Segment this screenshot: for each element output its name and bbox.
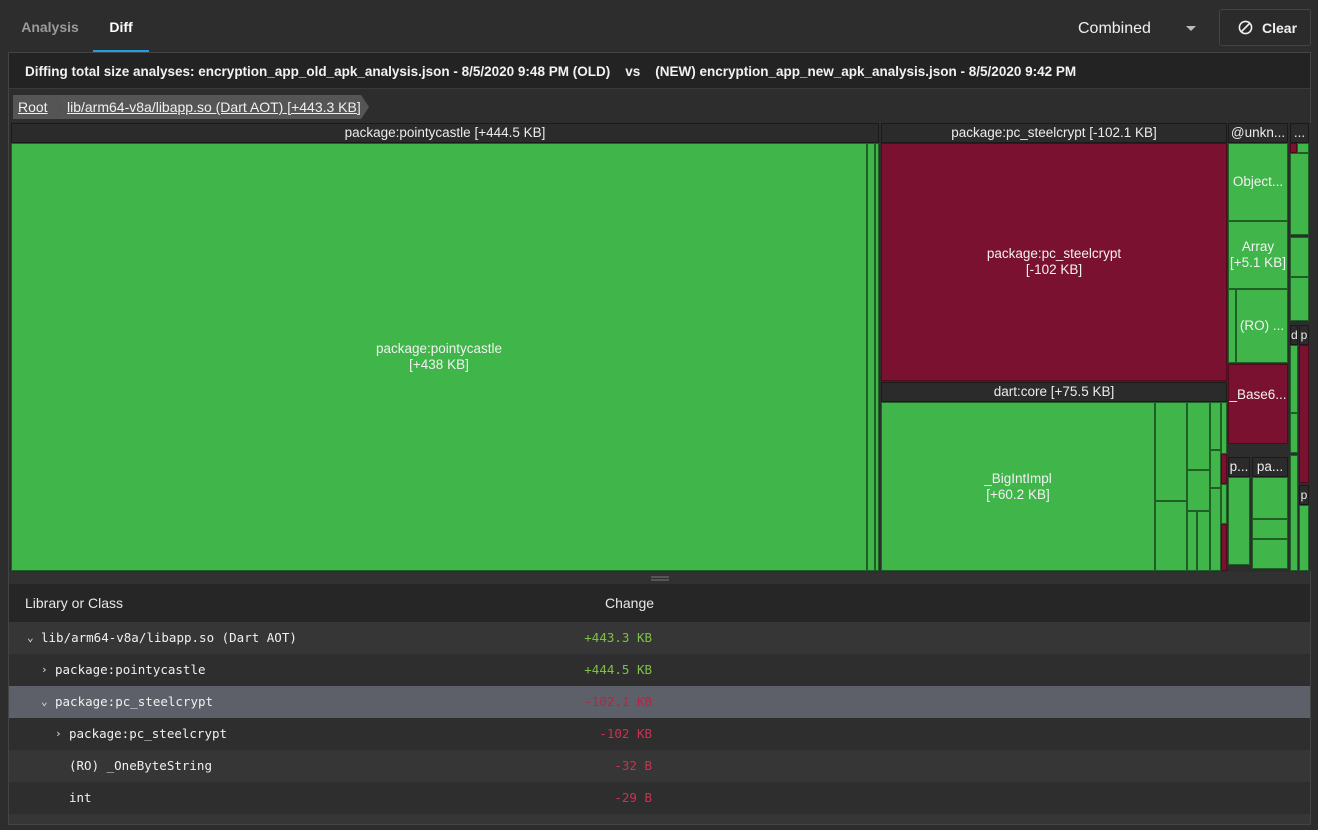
treemap-cell-label: package:pc_steelcrypt [-102 KB] [986, 246, 1122, 277]
treemap[interactable]: package:pointycastle [+444.5 KB] package… [11, 123, 1311, 571]
column-header-library[interactable]: Library or Class [25, 584, 123, 622]
row-name: package:pc_steelcrypt [55, 694, 214, 709]
breadcrumb-libapp[interactable]: lib/arm64-v8a/libapp.so (Dart AOT) [+443… [55, 95, 369, 119]
drag-handle-icon [651, 576, 669, 581]
treemap-cell-label: (RO) ... [1239, 318, 1285, 333]
chevron-right-icon[interactable]: › [41, 654, 48, 686]
treemap-header-small[interactable]: p... [1228, 457, 1250, 477]
treemap-cell[interactable] [1290, 277, 1309, 321]
treemap-cell-label: Object... [1232, 174, 1284, 189]
treemap-cell[interactable] [1221, 402, 1227, 454]
chevron-right-icon[interactable]: › [55, 718, 62, 750]
treemap-cell-pointycastle[interactable]: package:pointycastle [+438 KB] [11, 143, 867, 571]
treemap-cell[interactable] [1228, 289, 1236, 363]
treemap-cell[interactable] [1290, 455, 1298, 571]
row-change: +443.3 KB [584, 630, 652, 645]
treemap-header-small[interactable]: pa... [1252, 457, 1288, 477]
diff-title-bar: Diffing total size analyses: encryption_… [9, 53, 1310, 89]
treemap-cell[interactable] [1252, 519, 1288, 539]
row-name: (RO) _OneByteString [69, 758, 212, 773]
diff-panel: Diffing total size analyses: encryption_… [8, 52, 1311, 825]
treemap-cell[interactable] [1290, 237, 1309, 277]
treemap-cell[interactable] [1221, 484, 1227, 524]
tab-diff[interactable]: Diff [93, 0, 149, 52]
treemap-cell-label: package:pointycastle [+438 KB] [375, 341, 503, 372]
treemap-cell[interactable] [1221, 524, 1227, 571]
treemap-header-small[interactable]: p [1299, 485, 1309, 505]
row-change: -102 KB [599, 726, 652, 741]
treemap-header-small[interactable]: d [1290, 325, 1298, 345]
clear-button-label: Clear [1262, 20, 1298, 36]
treemap-cell-pc-steelcrypt[interactable]: package:pc_steelcrypt [-102 KB] [881, 143, 1227, 381]
treemap-cell[interactable] [1228, 477, 1250, 565]
treemap-cell-base64[interactable]: _Base6... [1228, 364, 1288, 444]
treemap-cell[interactable] [1290, 413, 1298, 453]
treemap-cell[interactable] [1252, 477, 1288, 519]
chevron-down-icon[interactable]: ⌄ [41, 686, 48, 718]
treemap-cell-array[interactable]: Array [+5.1 KB] [1228, 221, 1288, 289]
treemap-header-pointycastle[interactable]: package:pointycastle [+444.5 KB] [11, 123, 879, 143]
table-row[interactable]: › package:pc_steelcrypt -102 KB [9, 718, 1310, 750]
row-change: -29 B [614, 790, 652, 805]
treemap-cell[interactable] [867, 143, 875, 571]
treemap-cell[interactable] [1221, 454, 1227, 484]
treemap-header-pc-steelcrypt[interactable]: package:pc_steelcrypt [-102.1 KB] [881, 123, 1227, 143]
treemap-cell-label: Array [+5.1 KB] [1230, 239, 1286, 270]
treemap-cell[interactable] [1297, 143, 1309, 153]
breadcrumb-root[interactable]: Root [13, 95, 61, 119]
table-row[interactable]: ⌄ lib/arm64-v8a/libapp.so (Dart AOT) +443.… [9, 622, 1310, 654]
treemap-cell[interactable] [1299, 345, 1309, 483]
treemap-cell[interactable] [1210, 488, 1221, 571]
treemap-header-small[interactable]: p [1299, 325, 1309, 345]
row-change: +444.5 KB [584, 662, 652, 677]
diff-table: Library or Class Change ⌄ lib/arm64-v8a/l… [9, 584, 1310, 824]
mode-dropdown[interactable]: Combined [1068, 10, 1208, 46]
treemap-cell[interactable] [1155, 402, 1187, 501]
table-header: Library or Class Change [9, 584, 1310, 622]
row-name: package:pointycastle [55, 662, 206, 677]
treemap-header-dart-core[interactable]: dart:core [+75.5 KB] [881, 382, 1227, 402]
mode-dropdown-value: Combined [1078, 20, 1151, 37]
table-row[interactable]: int -29 B [9, 782, 1310, 814]
block-icon [1238, 20, 1253, 35]
treemap-header-misc[interactable]: ... [1290, 123, 1309, 143]
treemap-cell[interactable] [1299, 505, 1309, 571]
treemap-cell[interactable] [1155, 501, 1187, 571]
treemap-cell[interactable] [1252, 539, 1288, 569]
table-row-filler [9, 814, 1310, 824]
treemap-header-unknown[interactable]: @unkn... [1228, 123, 1288, 143]
caret-down-icon [1186, 26, 1196, 31]
treemap-cell[interactable] [1290, 143, 1297, 153]
treemap-cell[interactable] [1290, 345, 1298, 413]
treemap-cell[interactable] [1290, 153, 1309, 235]
table-row[interactable]: › package:pointycastle +444.5 KB [9, 654, 1310, 686]
row-name: lib/arm64-v8a/libapp.so (Dart AOT) [41, 630, 297, 645]
table-row[interactable]: ⌄ package:pc_steelcrypt -102.1 KB [9, 686, 1310, 718]
split-handle[interactable] [9, 572, 1310, 584]
treemap-cell-label: _Base6... [1229, 386, 1287, 402]
column-header-change[interactable]: Change [605, 584, 654, 622]
treemap-cell-bigintimpl[interactable]: _BigIntImpl [+60.2 KB] [881, 402, 1155, 571]
treemap-cell-label: _BigIntImpl [+60.2 KB] [984, 470, 1052, 502]
treemap-cell[interactable] [1210, 402, 1221, 450]
clear-button[interactable]: Clear [1219, 9, 1311, 46]
treemap-cell[interactable] [1187, 511, 1197, 571]
row-name: package:pc_steelcrypt [69, 726, 228, 741]
table-row[interactable]: (RO) _OneByteString -32 B [9, 750, 1310, 782]
treemap-cell-ro[interactable]: (RO) ... [1236, 289, 1288, 363]
treemap-cell[interactable] [875, 143, 879, 571]
treemap-cell[interactable] [1187, 470, 1210, 511]
diff-title: Diffing total size analyses: encryption_… [25, 64, 1077, 79]
row-change: -102.1 KB [584, 694, 652, 709]
treemap-cell[interactable] [1210, 450, 1221, 488]
treemap-cell[interactable] [1187, 402, 1210, 470]
treemap-cell-object[interactable]: Object... [1228, 143, 1288, 221]
tab-analysis[interactable]: Analysis [10, 0, 90, 52]
row-change: -32 B [614, 758, 652, 773]
row-name: int [69, 790, 92, 805]
top-bar: Analysis Diff Combined Clear [0, 0, 1318, 52]
chevron-down-icon[interactable]: ⌄ [27, 622, 34, 654]
treemap-cell[interactable] [1197, 511, 1210, 571]
